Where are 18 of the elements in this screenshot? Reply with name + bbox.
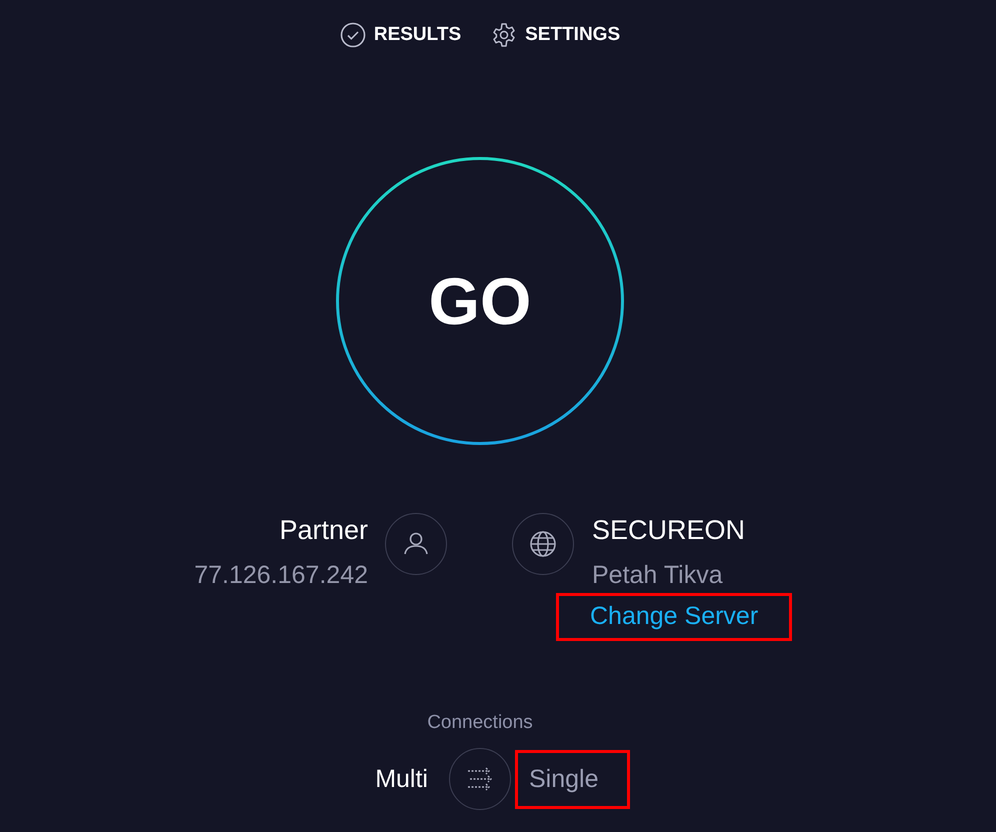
- settings-icon: [491, 22, 518, 48]
- user-icon: [385, 513, 447, 575]
- nav-label: RESULTS: [374, 24, 462, 46]
- isp-name: Partner: [279, 514, 368, 547]
- change-server-link[interactable]: Change Server: [556, 593, 792, 641]
- nav-tab[interactable]: RESULTS: [340, 22, 462, 48]
- connections-label: Connections: [427, 711, 533, 735]
- ip-address: 77.126.167.242: [194, 560, 368, 591]
- connection-option[interactable]: Single: [515, 750, 630, 808]
- server-location: Petah Tikva: [592, 560, 723, 591]
- server-name: SECUREON: [592, 514, 746, 547]
- nav-tab[interactable]: SETTINGS: [491, 22, 620, 48]
- go-button[interactable]: GO: [335, 156, 625, 446]
- check-circle-icon: [340, 22, 366, 48]
- nav-label: SETTINGS: [525, 24, 620, 46]
- globe-icon: [512, 513, 574, 575]
- connection-option[interactable]: Multi: [361, 750, 431, 808]
- arrows-icon: [449, 748, 511, 810]
